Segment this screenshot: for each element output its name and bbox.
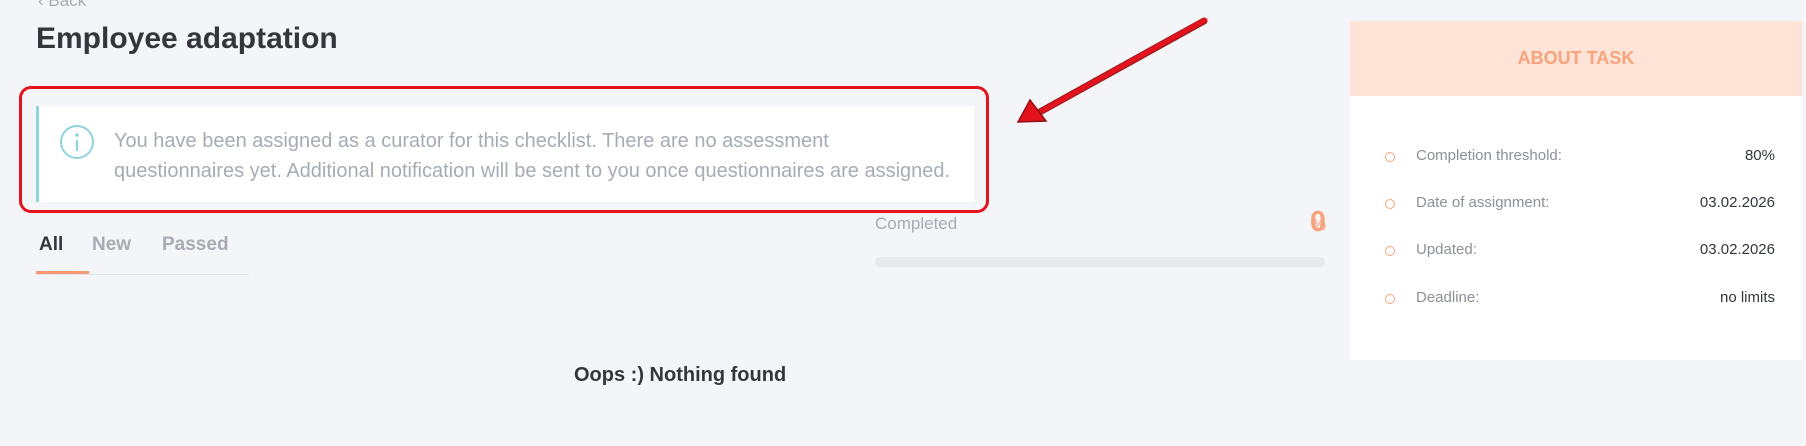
tab-new[interactable]: New [92, 234, 131, 256]
about-row-updated: Updated: 03.02.2026 [1385, 241, 1775, 265]
bullet-dot-icon [1385, 199, 1395, 209]
tab-all[interactable]: All [39, 234, 63, 256]
back-link[interactable]: ‹ Back [38, 0, 86, 11]
back-label[interactable]: Back [48, 0, 86, 10]
about-label: Deadline: [1416, 289, 1480, 306]
about-value: 80% [1744, 147, 1775, 164]
bullet-dot-icon [1385, 294, 1395, 304]
status-tabs: All New Passed [36, 228, 249, 275]
about-row-completion-threshold: Completion threshold: 80% [1385, 147, 1775, 171]
active-tab-indicator [36, 271, 89, 274]
bullet-dot-icon [1385, 246, 1395, 256]
empty-state-message: Oops :) Nothing found [574, 364, 787, 386]
about-task-title: ABOUT TASK [1350, 21, 1802, 96]
about-row-date-of-assignment: Date of assignment: 03.02.2026 [1385, 194, 1775, 218]
annotation-highlight-box [19, 86, 989, 213]
about-value: 03.02.2026 [1699, 194, 1775, 211]
progress-bar [875, 257, 1325, 267]
progress-unit: % [1311, 215, 1327, 234]
page-title: Employee adaptation [36, 22, 338, 55]
about-value: no limits [1719, 289, 1775, 306]
about-label: Date of assignment: [1416, 194, 1550, 211]
about-label: Updated: [1416, 241, 1477, 258]
about-label: Completion threshold: [1416, 147, 1562, 164]
bullet-dot-icon [1385, 152, 1395, 162]
about-row-deadline: Deadline: no limits [1385, 289, 1775, 313]
progress-label: Completed [875, 214, 958, 233]
tab-passed[interactable]: Passed [162, 234, 229, 256]
annotation-arrow [1016, 17, 1208, 123]
about-value: 03.02.2026 [1699, 241, 1775, 258]
about-task-panel: ABOUT TASK Completion threshold: 80% Dat… [1350, 21, 1802, 360]
